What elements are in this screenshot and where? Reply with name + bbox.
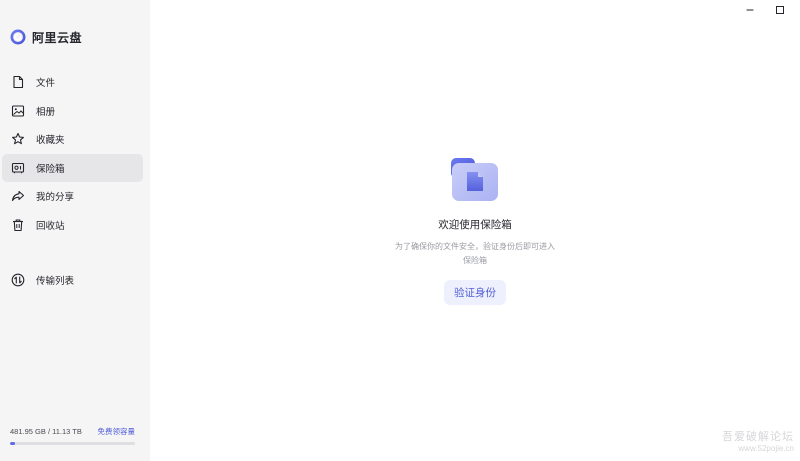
sidebar-transfer-section: 传输列表 [2, 266, 143, 295]
sidebar-item-label: 传输列表 [36, 276, 75, 287]
sidebar-item-recycle-bin[interactable]: 回收站 [2, 211, 143, 239]
share-icon [11, 191, 25, 202]
maximize-button[interactable] [774, 4, 786, 16]
sidebar-item-files[interactable]: 文件 [2, 68, 143, 96]
safe-icon [11, 162, 25, 174]
sidebar-item-my-shares[interactable]: 我的分享 [2, 182, 143, 210]
verify-identity-button[interactable]: 验证身份 [444, 280, 506, 305]
aliyun-drive-logo-icon [10, 29, 26, 45]
maximize-icon [776, 6, 784, 14]
sidebar-nav: 文件 相册 收藏夹 保险箱 我的分享 回收站 [2, 68, 143, 240]
safe-empty-state: 欢迎使用保险箱 为了确保你的文件安全，验证身份后即可进入保险箱 验证身份 [150, 155, 800, 305]
app-name: 阿里云盘 [32, 30, 83, 45]
free-capacity-link[interactable]: 免费领容量 [98, 426, 136, 437]
minimize-button[interactable] [744, 4, 756, 16]
empty-description: 为了确保你的文件安全，验证身份后即可进入保险箱 [395, 242, 555, 265]
window-controls [744, 4, 786, 16]
safe-illustration-icon [451, 158, 498, 201]
sidebar-item-label: 保险箱 [36, 163, 65, 175]
watermark-line-1: 吾爱破解论坛 [722, 431, 794, 443]
sidebar-item-album[interactable]: 相册 [2, 97, 143, 125]
sidebar-item-label: 回收站 [36, 220, 65, 232]
sidebar-item-label: 文件 [36, 78, 56, 89]
star-icon [12, 133, 24, 145]
trash-icon [13, 219, 23, 232]
transfer-icon [11, 273, 25, 287]
minimize-icon [746, 9, 754, 11]
storage-progress-fill [10, 442, 16, 445]
storage-progress-bar [10, 442, 135, 445]
sidebar-item-favorites[interactable]: 收藏夹 [2, 125, 143, 153]
photo-album-icon [11, 105, 25, 117]
sidebar-item-transfer-list[interactable]: 传输列表 [2, 266, 143, 294]
watermark: 吾爱破解论坛 www.52pojie.cn [722, 431, 794, 455]
sidebar-item-safe[interactable]: 保险箱 [2, 153, 143, 182]
sidebar-item-label: 相册 [36, 106, 56, 118]
storage-usage-text: 481.95 GB / 11.13 TB [10, 427, 82, 436]
file-icon [13, 75, 24, 89]
brand: 阿里云盘 [10, 28, 82, 46]
empty-title: 欢迎使用保险箱 [438, 219, 512, 231]
watermark-line-2: www.52pojie.cn [738, 444, 794, 453]
sidebar-item-label: 收藏夹 [36, 135, 65, 147]
storage-info: 481.95 GB / 11.13 TB 免费领容量 [10, 426, 135, 445]
sidebar-item-label: 我的分享 [36, 192, 75, 204]
sidebar: 阿里云盘 文件 相册 收藏夹 保险箱 我的分享 回收站 传输列表 481.95 … [0, 0, 150, 461]
